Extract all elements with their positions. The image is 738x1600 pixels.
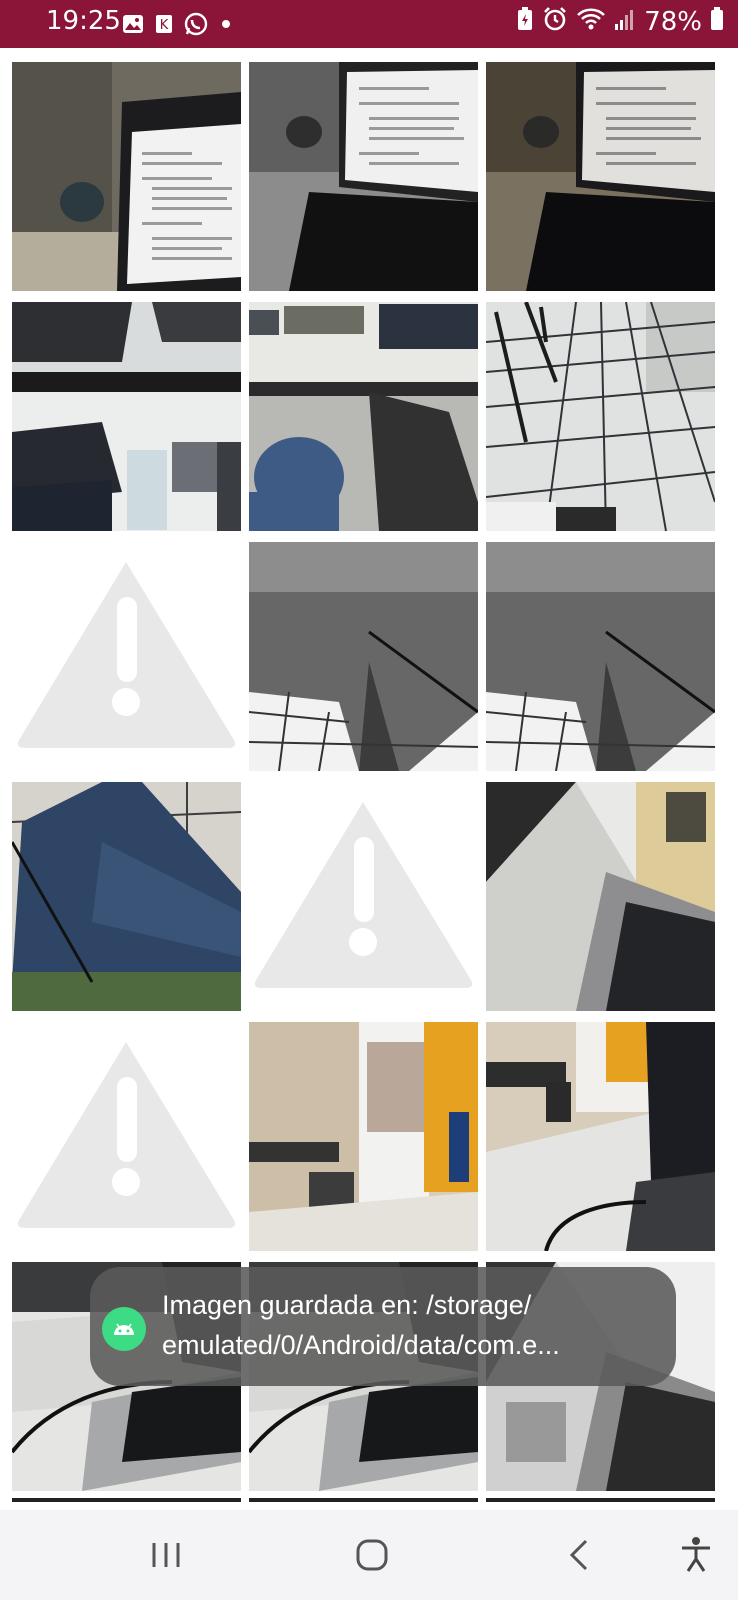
status-time: 19:25 bbox=[46, 6, 121, 36]
battery-saver-icon bbox=[516, 7, 534, 36]
toast-message: Imagen guardada en: /storage/ emulated/0… bbox=[90, 1267, 676, 1386]
gallery-thumbnail-error[interactable] bbox=[12, 542, 241, 771]
gallery-thumbnail[interactable] bbox=[12, 782, 241, 1011]
toast-text-line1: Imagen guardada en: /storage/ bbox=[162, 1290, 532, 1320]
svg-text:K: K bbox=[160, 18, 169, 33]
home-icon[interactable] bbox=[352, 1535, 392, 1575]
warning-icon bbox=[17, 562, 236, 748]
gallery-thumbnail[interactable] bbox=[486, 782, 715, 1011]
recents-icon[interactable] bbox=[146, 1535, 186, 1575]
battery-percent: 78% bbox=[644, 6, 702, 37]
gallery-icon bbox=[122, 14, 144, 39]
back-icon[interactable] bbox=[560, 1535, 600, 1575]
android-icon bbox=[102, 1307, 146, 1351]
gallery-thumbnail[interactable] bbox=[12, 62, 241, 291]
gallery-thumbnail[interactable] bbox=[486, 62, 715, 291]
app-icon: K bbox=[154, 14, 174, 39]
gallery-thumbnail[interactable] bbox=[486, 542, 715, 771]
warning-icon bbox=[254, 802, 473, 988]
warning-icon bbox=[17, 1042, 236, 1228]
gallery-thumbnail[interactable] bbox=[486, 1022, 715, 1251]
alarm-icon bbox=[542, 6, 568, 37]
gallery-thumbnail[interactable] bbox=[249, 1022, 478, 1251]
whatsapp-icon bbox=[184, 12, 208, 41]
gallery-thumbnail-error[interactable] bbox=[12, 1022, 241, 1251]
gallery-thumbnail[interactable] bbox=[12, 302, 241, 531]
gallery-thumbnail[interactable] bbox=[249, 542, 478, 771]
battery-icon bbox=[710, 7, 724, 36]
gallery-thumbnail[interactable] bbox=[486, 302, 715, 531]
status-bar: 19:25 K 78% bbox=[0, 0, 738, 48]
next-row-edge bbox=[12, 1498, 726, 1502]
gallery-thumbnail-error[interactable] bbox=[249, 782, 478, 1011]
accessibility-icon[interactable] bbox=[676, 1535, 716, 1575]
wifi-icon bbox=[576, 6, 606, 37]
navigation-bar bbox=[0, 1510, 738, 1600]
gallery-thumbnail[interactable] bbox=[249, 302, 478, 531]
gallery-thumbnail[interactable] bbox=[249, 62, 478, 291]
signal-icon bbox=[614, 7, 636, 36]
dot-icon bbox=[218, 16, 234, 37]
toast-text-line2: emulated/0/Android/data/com.e... bbox=[162, 1330, 560, 1360]
